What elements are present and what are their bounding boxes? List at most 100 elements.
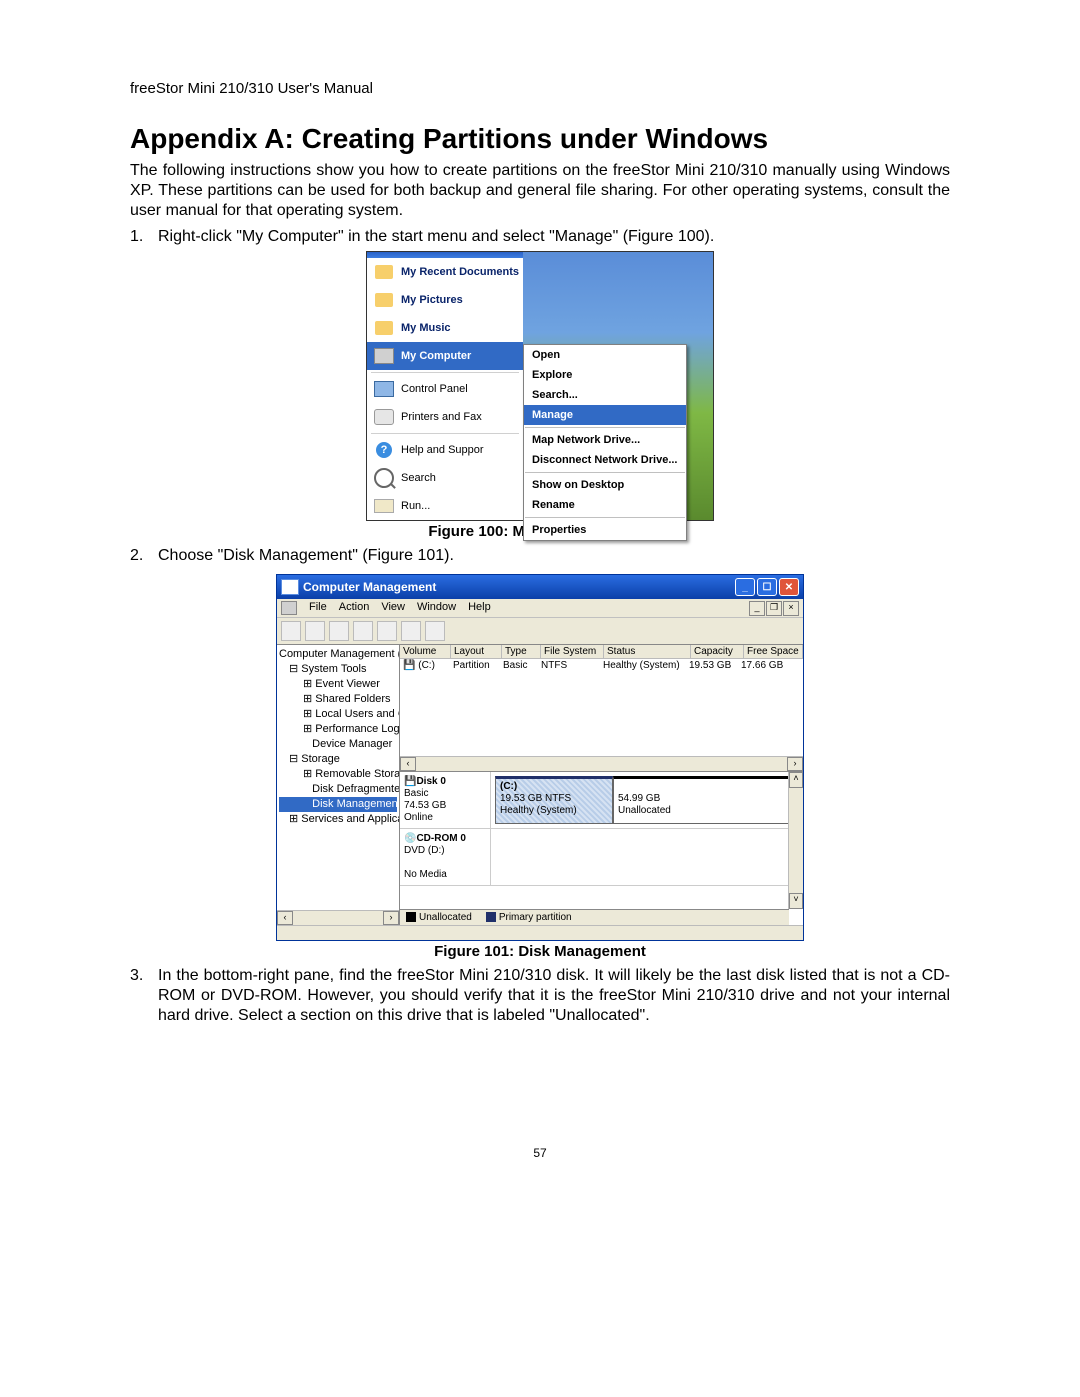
doc-header: freeStor Mini 210/310 User's Manual bbox=[130, 80, 950, 97]
tree-root[interactable]: Computer Management (Local) bbox=[279, 647, 397, 662]
close-button[interactable]: ✕ bbox=[779, 578, 799, 596]
start-item-help[interactable]: ? Help and Suppor bbox=[367, 436, 523, 464]
col-status[interactable]: Status bbox=[604, 645, 691, 658]
start-item-control-panel[interactable]: Control Panel bbox=[367, 375, 523, 403]
child-close-button[interactable]: × bbox=[783, 601, 799, 616]
app-icon bbox=[281, 579, 299, 595]
child-minimize-button[interactable]: _ bbox=[749, 601, 765, 616]
cdrom-0-row[interactable]: 💿CD-ROM 0 DVD (D:) No Media bbox=[400, 829, 803, 886]
scroll-right-arrow-icon[interactable]: › bbox=[383, 911, 399, 925]
cdrom-0-label: 💿CD-ROM 0 DVD (D:) No Media bbox=[400, 829, 491, 885]
start-item-search[interactable]: Search bbox=[367, 464, 523, 492]
legend-primary: Primary partition bbox=[499, 912, 572, 923]
start-item-recent[interactable]: My Recent Documents bbox=[367, 258, 523, 286]
context-item-show-desktop[interactable]: Show on Desktop bbox=[524, 475, 686, 495]
toolbar bbox=[277, 618, 803, 645]
menu-file[interactable]: File bbox=[309, 601, 327, 615]
menu-help[interactable]: Help bbox=[468, 601, 491, 615]
col-type[interactable]: Type bbox=[502, 645, 541, 658]
up-button[interactable] bbox=[329, 621, 349, 641]
disk-0-row[interactable]: 💾Disk 0 Basic 74.53 GB Online (C:) 19.53… bbox=[400, 772, 803, 829]
tree-disk-management[interactable]: Disk Management bbox=[279, 797, 397, 812]
scroll-left-arrow-icon[interactable]: ‹ bbox=[400, 757, 416, 771]
partition-unallocated[interactable]: 54.99 GB Unallocated bbox=[613, 776, 799, 824]
context-item-properties[interactable]: Properties bbox=[524, 520, 686, 540]
export-list-button[interactable] bbox=[425, 621, 445, 641]
cell-volume: 💾 (C:) bbox=[400, 659, 450, 672]
child-restore-button[interactable]: ❐ bbox=[766, 601, 782, 616]
partition-c[interactable]: (C:) 19.53 GB NTFS Healthy (System) bbox=[495, 776, 613, 824]
window-titlebar[interactable]: Computer Management _ ☐ ✕ bbox=[277, 575, 803, 599]
scroll-left-arrow-icon[interactable]: ‹ bbox=[277, 911, 293, 925]
cell-filesystem: NTFS bbox=[538, 659, 600, 672]
show-hide-tree-button[interactable] bbox=[353, 621, 373, 641]
start-item-music[interactable]: My Music bbox=[367, 314, 523, 342]
tree-shared-folders[interactable]: ⊞ Shared Folders bbox=[279, 692, 397, 707]
refresh-button[interactable] bbox=[401, 621, 421, 641]
step-number: 1. bbox=[130, 227, 158, 247]
context-item-explore[interactable]: Explore bbox=[524, 365, 686, 385]
start-item-label: My Music bbox=[401, 322, 451, 334]
col-free-space[interactable]: Free Space bbox=[744, 645, 803, 658]
step-text: Choose "Disk Management" (Figure 101). bbox=[158, 546, 950, 566]
start-menu-right-column: My Recent Documents My Pictures My Music… bbox=[367, 252, 523, 520]
figure-101: Computer Management _ ☐ ✕ File Action Vi… bbox=[276, 574, 804, 941]
context-item-manage[interactable]: Manage bbox=[524, 405, 686, 425]
page-number: 57 bbox=[130, 1146, 950, 1160]
scroll-right-arrow-icon[interactable]: › bbox=[787, 757, 803, 771]
start-item-run[interactable]: Run... bbox=[367, 492, 523, 520]
menu-view[interactable]: View bbox=[381, 601, 405, 615]
maximize-button[interactable]: ☐ bbox=[757, 578, 777, 596]
disk-vertical-scrollbar[interactable]: ˄ ˅ bbox=[788, 772, 803, 909]
forward-button[interactable] bbox=[305, 621, 325, 641]
tree-services-apps[interactable]: ⊞ Services and Applications bbox=[279, 812, 397, 827]
back-button[interactable] bbox=[281, 621, 301, 641]
tree-removable-storage[interactable]: ⊞ Removable Storage bbox=[279, 767, 397, 782]
tree-perf-logs[interactable]: ⊞ Performance Logs and Alerts bbox=[279, 722, 397, 737]
col-layout[interactable]: Layout bbox=[451, 645, 502, 658]
step-1: 1. Right-click "My Computer" in the star… bbox=[130, 227, 950, 247]
context-item-search[interactable]: Search... bbox=[524, 385, 686, 405]
scroll-up-arrow-icon[interactable]: ˄ bbox=[789, 772, 803, 788]
start-item-label: Help and Suppor bbox=[401, 444, 484, 456]
properties-button[interactable] bbox=[377, 621, 397, 641]
context-menu: Open Explore Search... Manage Map Networ… bbox=[523, 344, 687, 541]
help-icon: ? bbox=[373, 439, 395, 461]
menu-action[interactable]: Action bbox=[339, 601, 370, 615]
run-icon bbox=[373, 495, 395, 517]
start-item-label: Search bbox=[401, 472, 436, 484]
tree-system-tools[interactable]: ⊟ System Tools bbox=[279, 662, 397, 677]
tree-storage[interactable]: ⊟ Storage bbox=[279, 752, 397, 767]
start-item-my-computer[interactable]: My Computer bbox=[367, 342, 523, 370]
appendix-title: Appendix A: Creating Partitions under Wi… bbox=[130, 123, 950, 155]
col-capacity[interactable]: Capacity bbox=[691, 645, 744, 658]
tree-device-manager[interactable]: Device Manager bbox=[279, 737, 397, 752]
context-item-rename[interactable]: Rename bbox=[524, 495, 686, 515]
tree-horizontal-scrollbar[interactable]: ‹ › bbox=[277, 910, 399, 925]
volume-horizontal-scrollbar[interactable]: ‹ › bbox=[400, 756, 803, 771]
menu-window[interactable]: Window bbox=[417, 601, 456, 615]
step-text: In the bottom-right pane, find the freeS… bbox=[158, 966, 950, 1026]
cell-capacity: 19.53 GB bbox=[686, 659, 738, 672]
scroll-down-arrow-icon[interactable]: ˅ bbox=[789, 893, 803, 909]
step-number: 3. bbox=[130, 966, 158, 1026]
disk-0-label: 💾Disk 0 Basic 74.53 GB Online bbox=[400, 772, 491, 828]
tree-event-viewer[interactable]: ⊞ Event Viewer bbox=[279, 677, 397, 692]
tree-pane[interactable]: Computer Management (Local) ⊟ System Too… bbox=[277, 645, 400, 925]
graphical-disk-pane[interactable]: 💾Disk 0 Basic 74.53 GB Online (C:) 19.53… bbox=[400, 772, 803, 925]
minimize-button[interactable]: _ bbox=[735, 578, 755, 596]
volume-list[interactable]: Volume Layout Type File System Status Ca… bbox=[400, 645, 803, 772]
tree-disk-defragmenter[interactable]: Disk Defragmenter bbox=[279, 782, 397, 797]
col-volume[interactable]: Volume bbox=[400, 645, 451, 658]
figure-101-caption: Figure 101: Disk Management bbox=[130, 943, 950, 960]
context-item-disconnect-drive[interactable]: Disconnect Network Drive... bbox=[524, 450, 686, 470]
start-item-pictures[interactable]: My Pictures bbox=[367, 286, 523, 314]
legend-unallocated: Unallocated bbox=[419, 912, 472, 923]
col-filesystem[interactable]: File System bbox=[541, 645, 604, 658]
context-item-open[interactable]: Open bbox=[524, 345, 686, 365]
tree-local-users[interactable]: ⊞ Local Users and Groups bbox=[279, 707, 397, 722]
volume-row-c[interactable]: 💾 (C:) Partition Basic NTFS Healthy (Sys… bbox=[400, 659, 803, 672]
figure-100: My Recent Documents My Pictures My Music… bbox=[366, 251, 714, 521]
context-item-map-drive[interactable]: Map Network Drive... bbox=[524, 430, 686, 450]
start-item-printers[interactable]: Printers and Fax bbox=[367, 403, 523, 431]
